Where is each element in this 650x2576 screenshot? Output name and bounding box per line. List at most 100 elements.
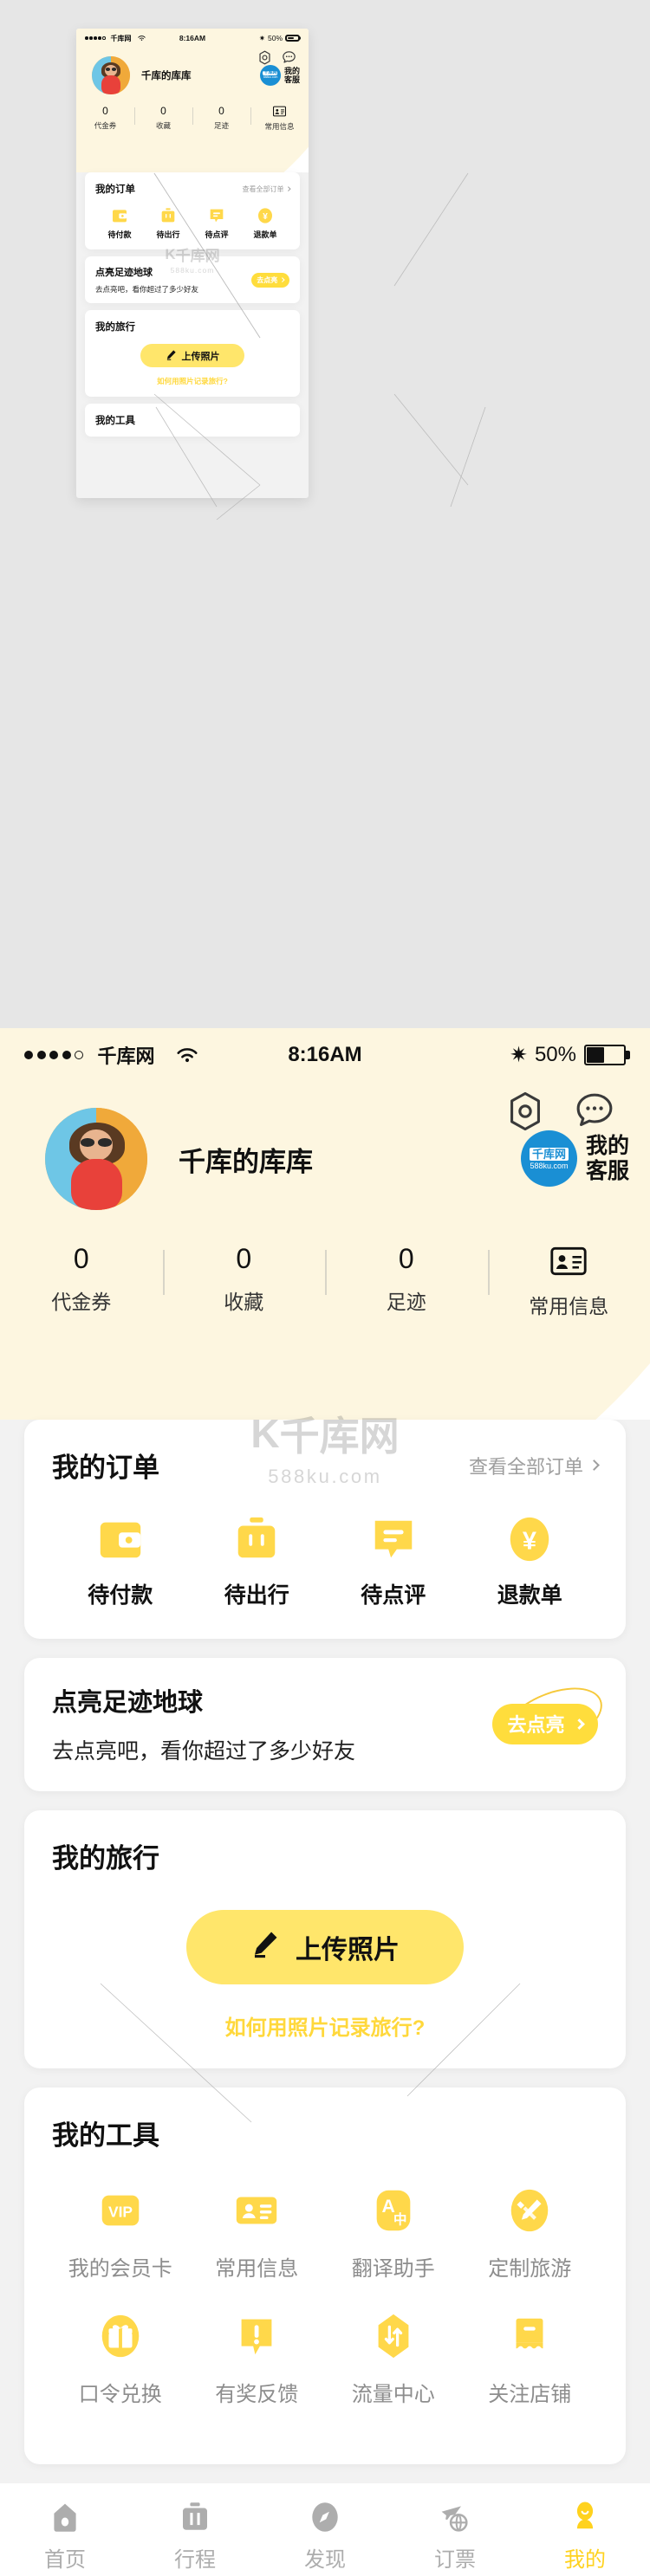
- order-item-pending-review[interactable]: 待点评: [325, 1511, 462, 1609]
- stat-common-info[interactable]: 常用信息: [487, 1243, 650, 1319]
- header-action-icons-full: [504, 1091, 615, 1132]
- go-glow-button[interactable]: 去点亮: [251, 272, 289, 288]
- id-card-icon: [488, 1243, 650, 1279]
- order-item-refund[interactable]: ¥ 退款单: [241, 205, 289, 240]
- order-item-pending-trip[interactable]: 待出行: [144, 205, 192, 240]
- qianku-logo-icon: 千库网 588ku.com: [259, 65, 281, 86]
- tab-home[interactable]: 首页: [0, 2492, 130, 2573]
- compass-icon: [260, 2492, 390, 2535]
- page-body: 我的订单 查看全部订单 待付款 待出行 待点评 ¥ 退款单 点亮足迹地球 去点亮…: [76, 172, 309, 437]
- tools-title: 我的工具: [95, 416, 135, 426]
- chat-bubble-icon[interactable]: [282, 50, 296, 65]
- suitcase-icon: [144, 205, 192, 224]
- plane-globe-icon: [390, 2492, 520, 2535]
- orders-card: 我的订单 查看全部订单 待付款 待出行 待点评 ¥ 退款单: [85, 172, 300, 249]
- tool-common-info[interactable]: 常用信息: [189, 2182, 326, 2282]
- svg-text:中: 中: [393, 2210, 406, 2227]
- tab-mine[interactable]: 我的: [520, 2492, 650, 2573]
- upload-photo-button[interactable]: 上传照片: [186, 1910, 464, 1984]
- stat-common-info[interactable]: 常用信息: [250, 105, 309, 132]
- glow-title: 点亮足迹地球: [52, 1689, 204, 1717]
- data-flow-icon: [325, 2307, 462, 2365]
- gift-icon: [52, 2307, 189, 2365]
- tab-discover[interactable]: 发现: [260, 2492, 390, 2573]
- comment-icon: [192, 205, 241, 224]
- tool-translate[interactable]: A中 翻译助手: [325, 2182, 462, 2282]
- stat-footprints[interactable]: 0 足迹: [325, 1243, 488, 1319]
- travel-help-link[interactable]: 如何用照片记录旅行?: [95, 376, 289, 386]
- suitcase-icon: [130, 2492, 260, 2535]
- pencil-ruler-icon: [462, 2182, 599, 2239]
- battery-icon: [584, 1045, 630, 1065]
- wallet-icon: [95, 205, 144, 224]
- home-icon: [0, 2492, 130, 2535]
- orders-list: 待付款 待出行 待点评 ¥ 退款单: [95, 205, 289, 240]
- customer-service-button[interactable]: 千库网 588ku.com 我的 客服: [259, 65, 300, 86]
- view-all-orders-link[interactable]: 查看全部订单: [469, 1452, 600, 1479]
- page-body-full: 我的订单 查看全部订单 待付款 待出行 待点评 ¥ 退款单 点亮足迹地球 去点亮…: [0, 1420, 650, 2464]
- upload-photo-button[interactable]: 上传照片: [140, 344, 244, 367]
- order-item-refund[interactable]: ¥ 退款单: [462, 1511, 599, 1609]
- tools-grid: VIP 我的会员卡 常用信息 A中 翻译助手 定制旅游 口令兑换 有奖反馈 流量…: [52, 2182, 598, 2433]
- shop-icon: [462, 2307, 599, 2365]
- tools-title: 我的工具: [52, 2120, 159, 2151]
- id-card-icon: [250, 105, 309, 118]
- stats-row: 0 代金券 0 收藏 0 足迹 常用信息: [76, 105, 309, 132]
- orders-list: 待付款 待出行 待点评 ¥ 退款单: [52, 1511, 598, 1609]
- vip-card-icon: VIP: [52, 2182, 189, 2239]
- hex-gear-icon[interactable]: [257, 50, 272, 65]
- stat-vouchers[interactable]: 0 代金券: [76, 105, 134, 132]
- preview-phone-mockup: 千库网 8:16AM ✷ 50% 千库的库库 千库网 588ku.com 我的 …: [76, 29, 309, 498]
- stat-footprints[interactable]: 0 足迹: [192, 105, 250, 132]
- header-action-icons: [257, 50, 296, 65]
- stat-favorites[interactable]: 0 收藏: [162, 1243, 326, 1319]
- glow-subtitle: 去点亮吧，看你超过了多少好友: [52, 1739, 356, 1764]
- orders-title: 我的订单: [95, 184, 135, 195]
- avatar[interactable]: [92, 56, 130, 94]
- travel-title: 我的旅行: [52, 1843, 159, 1874]
- order-item-pending-payment[interactable]: 待付款: [95, 205, 144, 240]
- yuan-refund-icon: ¥: [241, 205, 289, 224]
- translate-icon: A中: [325, 2182, 462, 2239]
- glow-earth-card: 点亮足迹地球 去点亮吧，看你超过了多少好友 去点亮: [85, 256, 300, 303]
- id-card-icon: [189, 2182, 326, 2239]
- tools-card: 我的工具 VIP 我的会员卡 常用信息 A 中 翻译助手 定制旅游 口令兑换 有…: [24, 2087, 626, 2464]
- chat-bubble-icon[interactable]: [574, 1091, 615, 1132]
- tab-booking[interactable]: 订票: [390, 2492, 520, 2573]
- travel-help-link[interactable]: 如何用照片记录旅行?: [52, 2010, 598, 2041]
- order-item-pending-review[interactable]: 待点评: [192, 205, 241, 240]
- pencil-icon: [166, 349, 177, 363]
- customer-service-button[interactable]: 千库网 588ku.com 我的 客服: [520, 1130, 629, 1187]
- tool-data-center[interactable]: 流量中心: [325, 2307, 462, 2407]
- screenshot-stage: 千库网 8:16AM ✷ 50% 千库的库库 千库网 588ku.com 我的 …: [0, 0, 650, 2576]
- wallet-icon: [52, 1511, 189, 1564]
- person-icon: [520, 2492, 650, 2535]
- tab-trips[interactable]: 行程: [130, 2492, 260, 2573]
- avatar[interactable]: [45, 1108, 147, 1210]
- stat-vouchers[interactable]: 0 代金券: [0, 1243, 163, 1319]
- tools-card: 我的工具: [85, 404, 300, 437]
- qianku-logo-icon: 千库网 588ku.com: [520, 1130, 577, 1187]
- username-label: 千库的库库: [141, 71, 192, 81]
- profile-header-full: 千库网 8:16AM ✷ 50% 千库的库库 千库网 588ku.com 我的 …: [0, 1028, 650, 1420]
- status-bar: 千库网 8:16AM ✷ 50%: [76, 29, 309, 48]
- customer-service-label: 我的 客服: [283, 66, 300, 84]
- username-label: 千库的库库: [179, 1146, 313, 1177]
- full-phone-screen: 千库网 8:16AM ✷ 50% 千库的库库 千库网 588ku.com 我的 …: [0, 1028, 650, 2576]
- tool-membership-card[interactable]: VIP 我的会员卡: [52, 2182, 189, 2282]
- hex-gear-icon[interactable]: [504, 1091, 546, 1132]
- svg-text:¥: ¥: [523, 1528, 536, 1556]
- tool-follow-shop[interactable]: 关注店铺: [462, 2307, 599, 2407]
- tool-code-redeem[interactable]: 口令兑换: [52, 2307, 189, 2407]
- order-item-pending-trip[interactable]: 待出行: [189, 1511, 326, 1609]
- tool-custom-travel[interactable]: 定制旅游: [462, 2182, 599, 2282]
- orders-title: 我的订单: [52, 1453, 159, 1483]
- stat-favorites[interactable]: 0 收藏: [134, 105, 192, 132]
- travel-card: 我的旅行 上传照片 如何用照片记录旅行?: [24, 1810, 626, 2068]
- go-glow-button[interactable]: 去点亮: [492, 1703, 598, 1744]
- view-all-orders-link[interactable]: 查看全部订单: [243, 184, 290, 194]
- suitcase-icon: [189, 1511, 326, 1564]
- order-item-pending-payment[interactable]: 待付款: [52, 1511, 189, 1609]
- pencil-icon: [250, 1929, 280, 1965]
- tool-feedback[interactable]: 有奖反馈: [189, 2307, 326, 2407]
